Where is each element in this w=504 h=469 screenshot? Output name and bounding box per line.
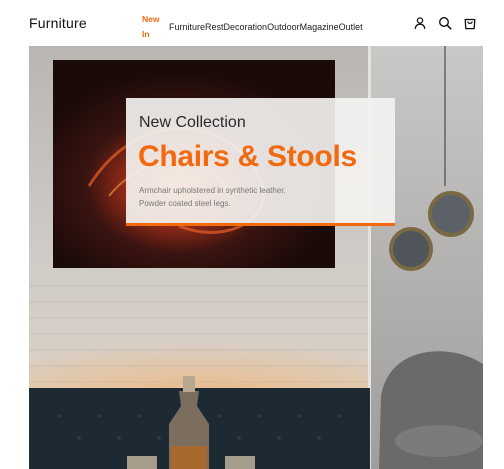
main-nav: New In Furniture Rest Decoration Outdoor…	[142, 12, 363, 42]
nav-item-rest[interactable]: Rest	[205, 22, 224, 32]
nav-item-magazine[interactable]: Magazine	[300, 22, 339, 32]
nav-item-new-in[interactable]: New In	[142, 12, 168, 42]
hero-eyebrow: New Collection	[139, 114, 246, 131]
hero-title: Chairs & Stools	[138, 140, 357, 173]
accent-bar	[126, 223, 395, 226]
nav-item-furniture[interactable]: Furniture	[169, 22, 205, 32]
nav-item-outlet[interactable]: Outlet	[339, 22, 363, 32]
user-icon[interactable]	[413, 16, 427, 30]
nav-item-decoration[interactable]: Decoration	[224, 22, 268, 32]
hero-description: Armchair upholstered in synthetic leathe…	[139, 184, 379, 210]
nav-item-outdoor[interactable]: Outdoor	[267, 22, 300, 32]
hero-description-line-1: Armchair upholstered in synthetic leathe…	[139, 186, 286, 195]
search-icon[interactable]	[438, 16, 452, 30]
hero-card: New Collection Chairs & Stools Armchair …	[126, 98, 395, 226]
site-header: Furniture New In Furniture Rest Decorati…	[0, 0, 504, 46]
site-logo[interactable]: Furniture	[29, 15, 87, 31]
hero-description-line-2: Powder coated steel legs.	[139, 199, 231, 208]
cart-icon[interactable]	[463, 16, 477, 30]
header-icons	[413, 16, 477, 30]
